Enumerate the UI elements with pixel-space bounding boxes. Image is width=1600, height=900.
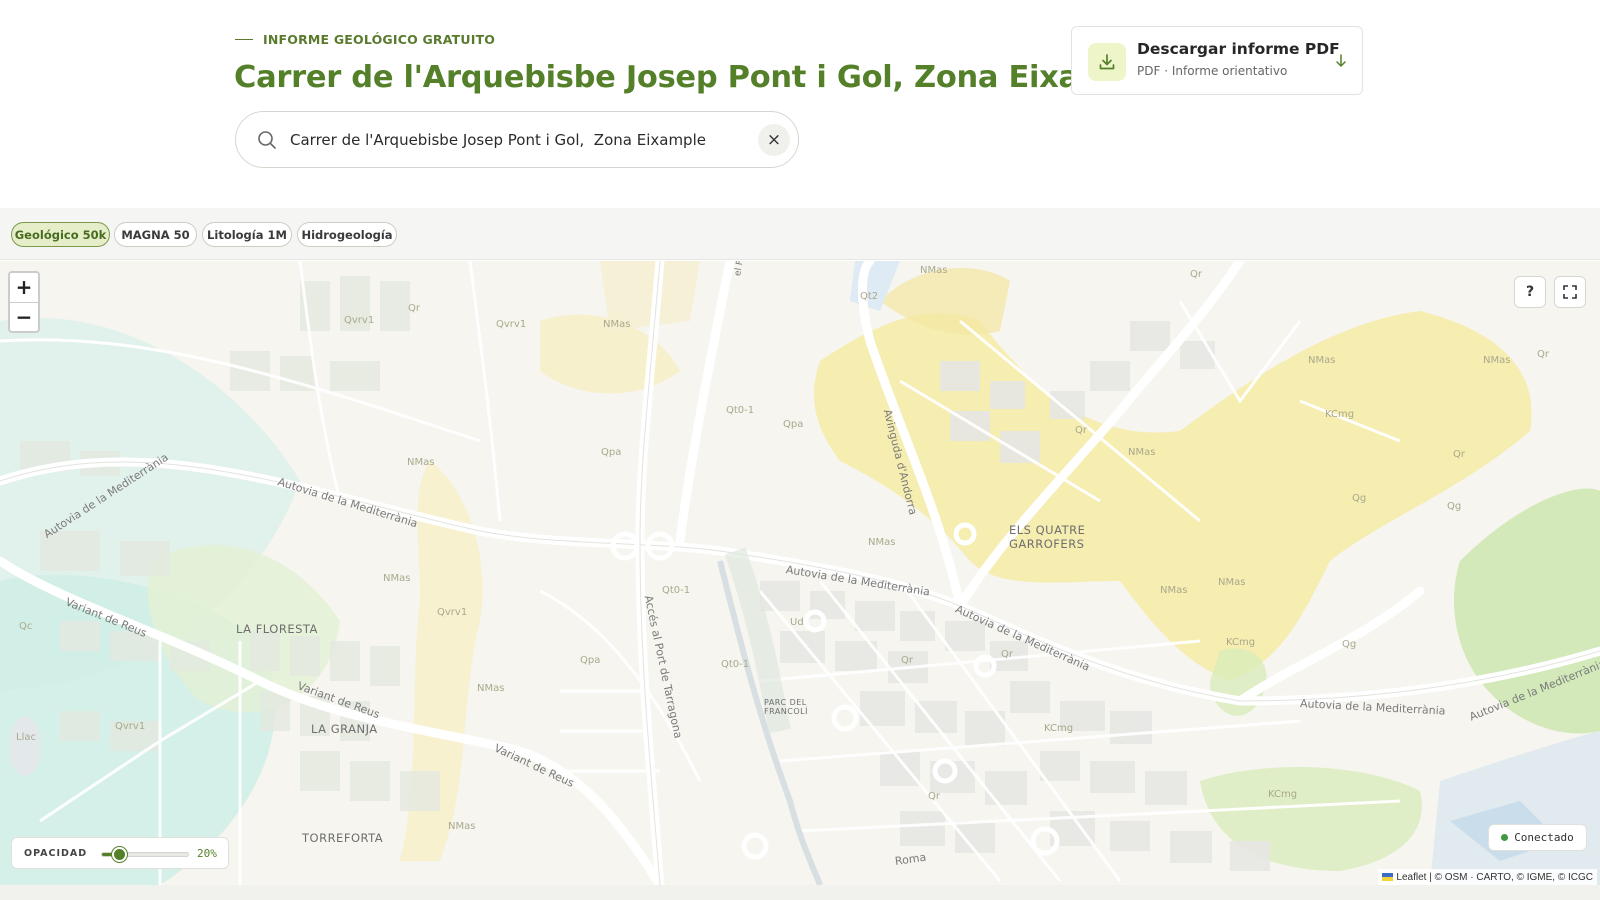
geo-unit-label: NMas [1218, 577, 1246, 588]
geo-unit-label: Qvrv1 [115, 721, 146, 732]
opacity-control: OPACIDAD 20% [11, 837, 229, 869]
zoom-control: + − [8, 271, 40, 333]
search-icon [258, 131, 276, 149]
geo-unit-label: NMas [603, 319, 631, 330]
geo-unit-label: NMas [448, 821, 476, 832]
geo-unit-label: Qvrv1 [437, 607, 468, 618]
geo-unit-label: Qg [1352, 493, 1367, 504]
geo-unit-label: NMas [1483, 355, 1511, 366]
geo-unit-label: Qr [1453, 449, 1465, 460]
geo-unit-label: NMas [868, 537, 896, 548]
layer-chip-geologico-50k[interactable]: Geológico 50k [11, 222, 110, 247]
geo-unit-label: Qr [928, 791, 940, 802]
geo-unit-label: Qr [1190, 269, 1202, 280]
zoom-in-button[interactable]: + [10, 273, 38, 302]
help-button[interactable]: ? [1514, 276, 1546, 308]
opacity-slider[interactable] [101, 847, 189, 862]
geo-unit-label: NMas [1160, 585, 1188, 596]
pdf-subtitle: PDF · Informe orientativo [1137, 64, 1288, 78]
geo-unit-label: Qt0-1 [726, 405, 755, 416]
ukraine-flag-icon [1382, 873, 1394, 881]
geo-unit-label: Qg [1447, 501, 1462, 512]
geo-unit-label: NMas [383, 573, 411, 584]
geo-unit-label: Ud [790, 617, 804, 628]
eyebrow-text: INFORME GEOLÓGICO GRATUITO [263, 32, 496, 47]
close-icon: × [766, 130, 782, 150]
geo-unit-label: Llac [16, 732, 36, 743]
geo-unit-label: Qvrv1 [496, 319, 527, 330]
geo-unit-label: Qr [408, 303, 420, 314]
geo-unit-label: KCmg [1325, 409, 1355, 420]
place-label-torreforta: TORREFORTA [302, 831, 384, 845]
geo-unit-label: Qvrv1 [344, 315, 375, 326]
geo-unit-label: KCmg [1226, 637, 1256, 648]
status-text: Conectado [1514, 831, 1574, 844]
page-header: INFORME GEOLÓGICO GRATUITO Carrer de l'A… [0, 0, 1600, 208]
geo-unit-label: Qpa [783, 419, 804, 430]
eyebrow: INFORME GEOLÓGICO GRATUITO [235, 32, 495, 47]
arrow-down-icon [1336, 54, 1346, 67]
geo-unit-label: KCmg [1268, 789, 1298, 800]
place-label-parc-del: PARC DEL [764, 698, 807, 707]
geo-unit-label: Qt2 [860, 291, 879, 302]
page-title: Carrer de l'Arquebisbe Josep Pont i Gol,… [234, 60, 1163, 95]
download-icon [1088, 43, 1126, 81]
pdf-title: Descargar informe PDF [1137, 40, 1340, 58]
map[interactable]: LA FLORESTA LA GRANJA TORREFORTA ELS QUA… [0, 261, 1600, 885]
layer-chip-litologia-1m[interactable]: Litología 1M [202, 222, 292, 247]
opacity-value: 20% [197, 847, 217, 860]
layer-bar: Geológico 50k MAGNA 50 Litología 1M Hidr… [0, 208, 1600, 260]
layer-chip-hidrogeologia[interactable]: Hidrogeología [297, 222, 397, 247]
geo-unit-label: NMas [1308, 355, 1336, 366]
place-label-garrofers: GARROFERS [1009, 537, 1085, 551]
layer-chip-magna-50[interactable]: MAGNA 50 [114, 222, 197, 247]
status-badge: Conectado [1488, 824, 1587, 851]
zoom-out-button[interactable]: − [10, 302, 38, 331]
place-label-francoli: FRANCOLÍ [764, 707, 808, 716]
search-input[interactable] [290, 126, 730, 154]
geo-unit-label: NMas [477, 683, 505, 694]
opacity-label: OPACIDAD [24, 848, 88, 859]
geo-unit-label: Qr [1075, 425, 1087, 436]
map-attribution: Leaflet | © OSM · CARTO, © IGME, © ICGC [1378, 869, 1597, 885]
geo-unit-label: Qt0-1 [721, 659, 750, 670]
geo-unit-label: KCmg [1044, 723, 1074, 734]
opacity-slider-thumb[interactable] [112, 847, 128, 862]
geo-unit-label: Qr [901, 655, 913, 666]
geo-unit-label: NMas [1128, 447, 1156, 458]
download-pdf-button[interactable]: Descargar informe PDF PDF · Informe orie… [1071, 26, 1363, 95]
geo-unit-label: Qr [1537, 349, 1549, 360]
geo-unit-label: NMas [407, 457, 435, 468]
geo-unit-label: Qr [1001, 649, 1013, 660]
geo-unit-label: Qpa [601, 447, 622, 458]
search-box[interactable]: × [235, 111, 799, 168]
eyebrow-line [235, 38, 253, 41]
geo-unit-label: Qg [1342, 639, 1357, 650]
fullscreen-icon [1563, 285, 1577, 299]
place-label-els-quatre: ELS QUATRE [1009, 523, 1086, 537]
place-label-la-granja: LA GRANJA [311, 722, 378, 736]
footer-strip [0, 885, 1600, 900]
fullscreen-button[interactable] [1554, 276, 1586, 308]
geo-unit-label: Qt0-1 [662, 585, 691, 596]
geo-unit-label: NMas [920, 265, 948, 276]
attribution-text[interactable]: Leaflet | © OSM · CARTO, © IGME, © ICGC [1396, 872, 1593, 883]
place-label-la-floresta: LA FLORESTA [236, 622, 318, 636]
clear-button[interactable]: × [758, 124, 790, 156]
help-icon: ? [1525, 284, 1535, 300]
status-dot [1501, 834, 1509, 841]
geo-unit-label: Qc [19, 621, 33, 632]
geo-unit-label: Qpa [580, 655, 601, 666]
